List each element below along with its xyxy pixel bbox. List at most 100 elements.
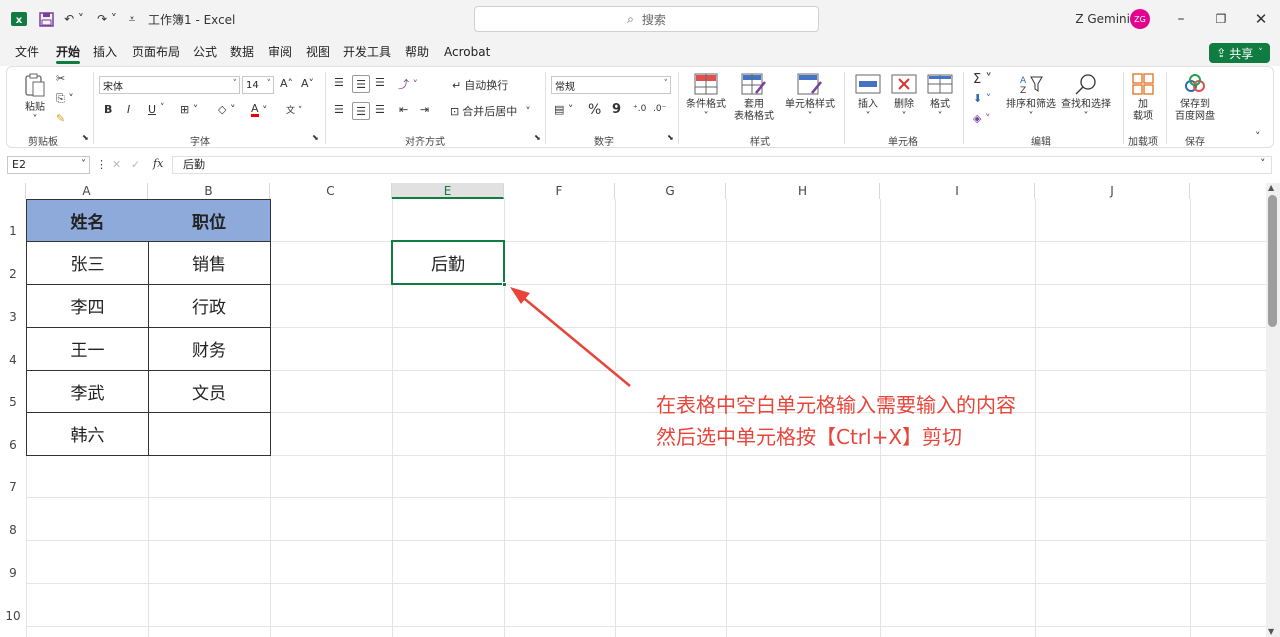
close-icon[interactable]: ✕ (1248, 0, 1274, 38)
tab-help[interactable]: 帮助 (405, 38, 429, 66)
tab-formulas[interactable]: 公式 (193, 38, 217, 66)
borders-icon[interactable]: ⊞ ˅ (180, 103, 198, 116)
fill-color-icon[interactable]: ◇ ˅ (218, 103, 235, 116)
table-cell[interactable]: 销售 (148, 241, 271, 285)
row-header-4[interactable]: 4 (0, 327, 26, 370)
row-header-10[interactable]: 10 (0, 583, 26, 626)
name-box[interactable]: E2 ˅ (7, 156, 90, 174)
table-header-name[interactable]: 姓名 (26, 199, 149, 242)
formula-input[interactable]: 后勤 (172, 156, 1272, 174)
row-header-8[interactable]: 8 (0, 497, 26, 540)
column-header-a[interactable]: A (26, 183, 148, 199)
accounting-format-icon[interactable]: ▤ ˅ (554, 103, 573, 116)
font-name-combo[interactable]: 宋体 ˅ (99, 76, 240, 94)
avatar[interactable]: ZG (1129, 0, 1151, 38)
format-painter-icon[interactable]: ✎ (56, 112, 65, 125)
align-middle-icon[interactable]: ☰ (352, 75, 370, 93)
cancel-icon[interactable]: ✕ (112, 158, 121, 171)
column-header-i[interactable]: I (880, 183, 1035, 199)
decrease-font-icon[interactable]: A˅ (301, 77, 314, 90)
increase-decimal-icon[interactable]: ⁺.0 (633, 104, 646, 114)
table-cell[interactable]: 王一 (26, 327, 149, 371)
tab-view[interactable]: 视图 (306, 38, 330, 66)
save-to-baidu-button[interactable]: 保存到 百度网盘 (1172, 73, 1218, 123)
tab-review[interactable]: 审阅 (268, 38, 292, 66)
row-header-1[interactable]: 1 (0, 199, 26, 241)
table-cell[interactable]: 财务 (148, 327, 271, 371)
column-header-c[interactable]: C (270, 183, 392, 199)
delete-cells-button[interactable]: 删除 ˅ (889, 73, 919, 123)
search-box[interactable]: ⌕ 搜索 (474, 6, 819, 32)
row-header-5[interactable]: 5 (0, 370, 26, 412)
expand-formula-icon[interactable]: ˅ (1260, 157, 1266, 170)
row-header-2[interactable]: 2 (0, 241, 26, 284)
number-format-combo[interactable]: 常规 ˅ (551, 76, 671, 94)
font-color-icon[interactable]: A ˅ (251, 103, 268, 117)
row-header-6[interactable]: 6 (0, 412, 26, 455)
dialog-launcher-icon[interactable]: ⬊ (82, 133, 89, 142)
find-select-button[interactable]: 查找和选择 ˅ (1060, 73, 1112, 123)
conditional-format-button[interactable]: 条件格式 ˅ (684, 73, 728, 123)
align-right-icon[interactable]: ☰ (375, 103, 385, 116)
chevron-down-icon[interactable]: ˅ (160, 103, 165, 113)
decrease-decimal-icon[interactable]: .0⁻ (653, 104, 666, 114)
merge-center-button[interactable]: ⊡ 合并后居中 ˅ (450, 103, 531, 119)
underline-button[interactable]: U (148, 103, 156, 116)
table-cell[interactable]: 韩六 (26, 412, 149, 456)
table-cell[interactable]: 李武 (26, 370, 149, 413)
column-header-g[interactable]: G (615, 183, 726, 199)
fill-icon[interactable]: ⬇ ˅ (973, 92, 991, 105)
autosum-icon[interactable]: Σ ˅ (973, 72, 992, 87)
tab-file[interactable]: 文件 (15, 38, 39, 66)
increase-indent-icon[interactable]: ⇥ (420, 103, 429, 116)
font-size-combo[interactable]: 14 ˅ (242, 76, 274, 94)
tab-data[interactable]: 数据 (230, 38, 254, 66)
dialog-launcher-icon[interactable]: ⬊ (534, 133, 541, 142)
decrease-indent-icon[interactable]: ⇤ (399, 103, 408, 116)
copy-icon[interactable]: ⎘ ˅ (56, 92, 74, 106)
align-top-icon[interactable]: ☰ (334, 76, 344, 89)
redo-icon[interactable]: ↷ ˅ (92, 0, 122, 38)
clear-icon[interactable]: ◈ ˅ (973, 112, 990, 125)
tab-page-layout[interactable]: 页面布局 (132, 38, 180, 66)
cell-styles-button[interactable]: 单元格样式 ˅ (783, 73, 837, 123)
paste-button[interactable]: 粘贴 ˅ (20, 72, 50, 126)
insert-function-button[interactable]: fx (153, 157, 163, 170)
format-as-table-button[interactable]: 套用 表格格式 (730, 73, 778, 123)
restore-icon[interactable]: ❐ (1208, 0, 1234, 38)
align-center-icon[interactable]: ☰ (352, 102, 370, 120)
minimize-icon[interactable]: – (1168, 0, 1194, 38)
addins-button[interactable]: 加 载项 (1128, 73, 1158, 123)
row-header-7[interactable]: 7 (0, 455, 26, 497)
comma-button[interactable]: 9 (612, 102, 621, 117)
cell-e2-value[interactable]: 后勤 (393, 242, 503, 283)
italic-button[interactable]: I (127, 103, 130, 116)
orientation-icon[interactable]: ⤴ ˅ (398, 76, 418, 92)
bold-button[interactable]: B (104, 103, 112, 116)
tab-insert[interactable]: 插入 (93, 38, 117, 66)
more-options-icon[interactable]: ⋮ (96, 158, 107, 171)
format-cells-button[interactable]: 格式 ˅ (925, 73, 955, 123)
table-header-position[interactable]: 职位 (148, 199, 271, 242)
column-header-e[interactable]: E (392, 183, 504, 199)
column-header-b[interactable]: B (148, 183, 270, 199)
increase-font-icon[interactable]: A˄ (280, 77, 293, 90)
cut-icon[interactable]: ✂ (56, 72, 65, 85)
scroll-down-icon[interactable]: ▼ (1268, 627, 1274, 636)
dialog-launcher-icon[interactable]: ⬊ (312, 133, 319, 142)
confirm-icon[interactable]: ✓ (131, 158, 140, 171)
phonetic-icon[interactable]: 文 ˅ (286, 103, 302, 116)
column-header-j[interactable]: J (1035, 183, 1190, 199)
customize-qat-icon[interactable]: ⩡ (124, 0, 140, 38)
user-name[interactable]: Z Gemini (1070, 0, 1130, 38)
row-header-3[interactable]: 3 (0, 284, 26, 327)
scrollbar-thumb[interactable] (1268, 195, 1277, 327)
tab-acrobat[interactable]: Acrobat (444, 38, 490, 66)
scroll-up-icon[interactable]: ▲ (1268, 183, 1274, 192)
table-cell[interactable]: 文员 (148, 370, 271, 413)
save-icon[interactable] (36, 0, 56, 38)
insert-cells-button[interactable]: 插入 ˅ (853, 73, 883, 123)
table-cell[interactable] (148, 412, 271, 456)
sort-filter-button[interactable]: AZ 排序和筛选 ˅ (1005, 73, 1057, 123)
align-bottom-icon[interactable]: ☰ (375, 76, 385, 89)
